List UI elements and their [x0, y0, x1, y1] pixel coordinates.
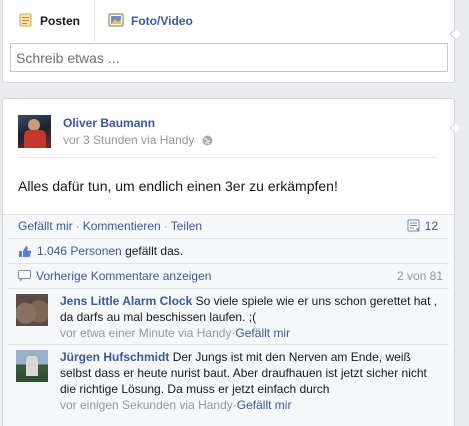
comment-like-button[interactable]: Gefällt mir [235, 326, 290, 340]
avatar[interactable] [18, 115, 51, 148]
story-meta: vor 3 Stunden via Handy [63, 133, 213, 149]
tab-foto-video[interactable]: Foto/Video [95, 0, 193, 42]
tab-foto-video-label: Foto/Video [131, 14, 193, 28]
comment-time[interactable]: vor einigen Sekunden via Handy [60, 398, 233, 412]
composer-tabs: Posten Foto/Video [3, 0, 454, 42]
comment-body: Jens Little Alarm Clock So viele spiele … [60, 293, 445, 341]
globe-icon[interactable] [202, 135, 213, 149]
commenter-avatar[interactable] [16, 294, 48, 326]
commenter-avatar[interactable] [16, 350, 48, 382]
action-separator: · [75, 219, 80, 233]
share-button[interactable]: Teilen [171, 219, 202, 233]
action-separator: · [163, 219, 168, 233]
comments-pager: 2 von 81 [396, 269, 443, 283]
story-actions: Gefällt mir · Kommentieren · Teilen 12 [3, 215, 454, 238]
likes-suffix: gefällt das. [125, 244, 184, 258]
status-input[interactable] [10, 43, 448, 72]
comment-meta: vor etwa einer Minute via Handy·Gefällt … [60, 325, 445, 341]
author-name[interactable]: Oliver Baumann [63, 116, 155, 130]
like-button[interactable]: Gefällt mir [18, 219, 73, 233]
comment-item: Jürgen Hufschmidt Der Jungs ist mit den … [8, 344, 449, 426]
comment-time[interactable]: vor etwa einer Minute via Handy [60, 326, 231, 340]
composer: Posten Foto/Video [2, 0, 455, 83]
story-card: Oliver Baumann vor 3 Stunden via Handy A… [2, 98, 455, 426]
comment-item: Jens Little Alarm Clock So viele spiele … [8, 288, 449, 344]
tab-posten[interactable]: Posten [19, 0, 96, 42]
commenter-name[interactable]: Jürgen Hufschmidt [60, 350, 169, 364]
previous-comments-row: Vorherige Kommentare anzeigen 2 von 81 [8, 263, 449, 288]
comment-button[interactable]: Kommentieren [83, 219, 161, 233]
comment-meta: vor einigen Sekunden via Handy·Gefällt m… [60, 397, 445, 413]
posten-icon [19, 13, 33, 30]
comment-count-value: 12 [424, 219, 438, 233]
photo-icon [108, 13, 124, 30]
comment-like-button[interactable]: Gefällt mir [237, 398, 292, 412]
commenter-name[interactable]: Jens Little Alarm Clock [60, 294, 192, 308]
comment-body: Jürgen Hufschmidt Der Jungs ist mit den … [60, 349, 445, 413]
tab-posten-label: Posten [40, 14, 81, 28]
story-timestamp[interactable]: vor 3 Stunden via Handy [63, 133, 194, 147]
previous-comments-link[interactable]: Vorherige Kommentare anzeigen [36, 269, 211, 283]
likes-row: 1.046 Personen gefällt das. [8, 238, 449, 263]
story-divider [18, 157, 437, 158]
ufi: Gefällt mir · Kommentieren · Teilen 12 1.046… [3, 214, 454, 426]
story-text: Alles dafür tun, um endlich einen 3er zu… [18, 178, 338, 194]
likes-count-link[interactable]: 1.046 Personen [37, 244, 122, 258]
